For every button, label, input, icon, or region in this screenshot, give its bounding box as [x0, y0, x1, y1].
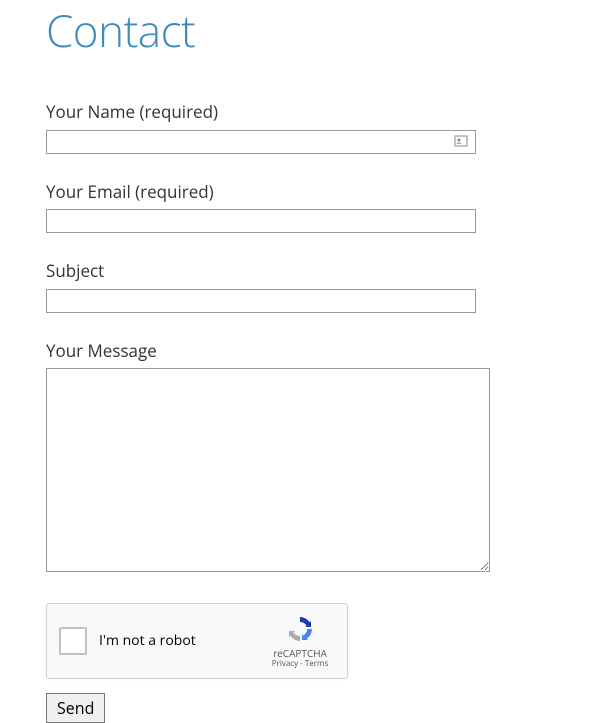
- recaptcha-logo-icon: [284, 613, 316, 645]
- recaptcha-branding: reCAPTCHA Privacy - Terms: [265, 613, 335, 669]
- email-label: Your Email (required): [46, 180, 561, 203]
- page-title: Contact: [46, 0, 561, 60]
- contact-form: Your Name (required) Your Email (require…: [46, 100, 561, 723]
- recaptcha-widget: I'm not a robot reCAPTCHA Privacy - Term…: [46, 603, 348, 679]
- recaptcha-terms-text[interactable]: Privacy - Terms: [272, 659, 329, 669]
- subject-field-group: Subject: [46, 259, 561, 313]
- recaptcha-brand-text: reCAPTCHA: [273, 647, 327, 659]
- email-field-group: Your Email (required): [46, 180, 561, 234]
- recaptcha-label: I'm not a robot: [99, 631, 265, 650]
- subject-label: Subject: [46, 259, 561, 282]
- recaptcha-checkbox[interactable]: [59, 627, 87, 655]
- contact-card-icon: [454, 134, 468, 148]
- subject-input[interactable]: [46, 289, 476, 313]
- email-input[interactable]: [46, 209, 476, 233]
- message-textarea[interactable]: [46, 368, 490, 572]
- name-field-group: Your Name (required): [46, 100, 561, 154]
- message-field-group: Your Message: [46, 339, 561, 577]
- message-label: Your Message: [46, 339, 561, 362]
- name-input[interactable]: [46, 130, 476, 154]
- name-label: Your Name (required): [46, 100, 561, 123]
- send-button[interactable]: Send: [46, 693, 105, 723]
